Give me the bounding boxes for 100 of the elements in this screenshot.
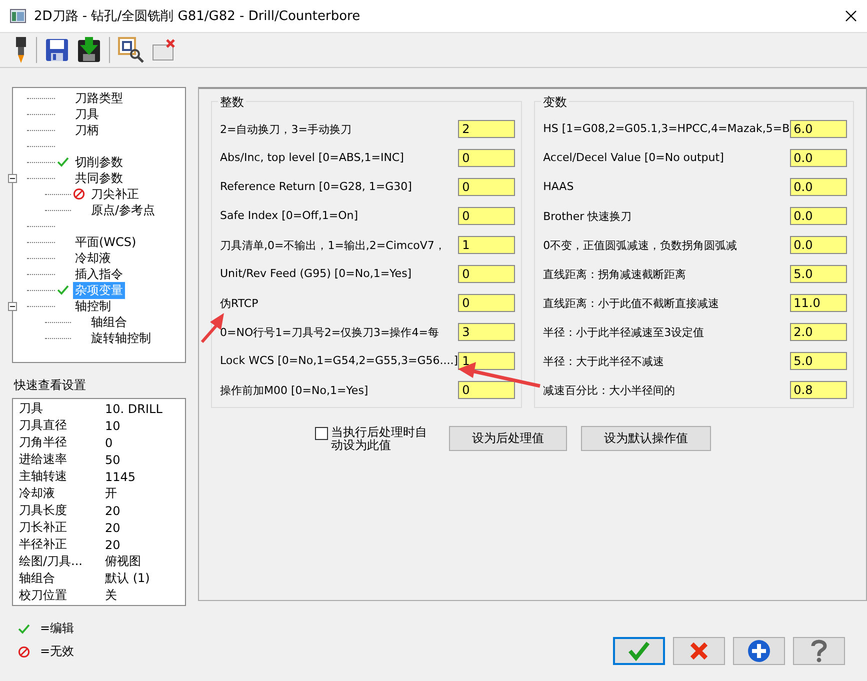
setting-value: 开 (105, 485, 117, 502)
tree-item[interactable]: 轴组合 (89, 314, 129, 330)
checkbox[interactable] (315, 427, 328, 440)
field-label: 直线距离：小于此值不截断直接减速 (543, 296, 720, 311)
setting-value: 默认 (1) (105, 570, 150, 587)
field-label: Lock WCS [0=No,1=G54,2=G55,3=G56....] (220, 353, 458, 367)
collapse-toggle[interactable] (8, 174, 17, 182)
action-button[interactable]: 设为默认操作值 (581, 426, 711, 451)
input-field[interactable]: 0.0 (790, 178, 847, 196)
setting-name: 轴组合 (19, 570, 56, 587)
input-field[interactable]: 0.0 (790, 236, 847, 254)
field-label: 直线距离：拐角减速截断距离 (543, 267, 688, 282)
setting-name: 刀具直径 (19, 417, 68, 434)
setting-value: 50 (105, 452, 120, 466)
app-icon (10, 9, 26, 23)
checkbox-label: 当执行后处理时自动设为此值 (331, 426, 428, 452)
plus-icon (747, 639, 771, 663)
setting-name: 半径补正 (19, 536, 68, 553)
setting-value: 20 (105, 520, 120, 534)
field-label: 半径：大于此半径不减速 (543, 354, 666, 369)
tree-item[interactable]: 插入指令 (73, 266, 125, 282)
action-button[interactable]: 设为后处理值 (449, 426, 567, 451)
input-field[interactable]: 11.0 (790, 294, 847, 312)
input-field[interactable]: 3 (458, 323, 516, 341)
help-icon (810, 639, 828, 663)
cancel-button[interactable] (673, 637, 725, 665)
input-field[interactable]: 0 (458, 294, 516, 312)
input-field[interactable]: 0 (458, 178, 516, 196)
field-label: Brother 快速换刀 (543, 209, 633, 224)
input-field[interactable]: 5.0 (790, 265, 847, 283)
close-icon (689, 641, 709, 661)
field-label: 0不变，正值圆弧减速，负数拐角圆弧减 (543, 238, 738, 253)
field-label: 0=NO行号1=刀具号2=仅换刀3=操作4=每 (220, 325, 440, 340)
field-label: 半径：小于此半径减速至3设定值 (543, 325, 706, 340)
tree-item[interactable]: 刀路类型 (73, 90, 125, 106)
help-button[interactable] (793, 637, 845, 665)
tree-item[interactable]: 刀柄 (73, 122, 101, 138)
setting-value: 俯视图 (105, 553, 141, 570)
setting-value: 20 (105, 538, 120, 552)
setting-name: 刀角半径 (19, 434, 68, 451)
field-label: Abs/Inc, top level [0=ABS,1=INC] (220, 150, 405, 164)
setting-name: 刀长补正 (19, 519, 68, 536)
setting-name: 刀具 (19, 400, 44, 417)
field-label: HAAS (543, 179, 575, 193)
tree-item[interactable]: 冷却液 (73, 250, 113, 266)
tree-item[interactable]: 切削参数 (73, 154, 125, 170)
tree-item[interactable]: 轴控制 (73, 298, 113, 314)
legend-label: =无效 (40, 643, 74, 660)
window-title: 2D刀路 - 钻孔/全圆铣削 G81/G82 - Drill/Counterbore (34, 8, 362, 25)
collapse-toggle[interactable] (8, 302, 17, 310)
setting-name: 进给速率 (19, 451, 68, 468)
input-field[interactable]: 0.0 (790, 207, 847, 225)
input-field[interactable]: 1 (458, 352, 516, 370)
check-icon (628, 641, 650, 661)
tree-item[interactable]: 旋转轴控制 (89, 330, 153, 346)
save-icon[interactable] (45, 38, 69, 62)
setting-name: 校刀位置 (19, 587, 68, 604)
legend-label: =编辑 (40, 620, 74, 637)
setting-value: 20 (105, 504, 120, 518)
prohibited-icon (18, 646, 30, 658)
input-field[interactable]: 1 (458, 236, 516, 254)
group-title: 整数 (218, 94, 246, 111)
input-field[interactable]: 0.8 (790, 381, 847, 399)
tree-item[interactable]: 原点/参考点 (89, 202, 158, 218)
tree-item[interactable]: 刀具 (73, 106, 101, 122)
setting-name: 刀具长度 (19, 502, 68, 519)
setting-name: 冷却液 (19, 485, 56, 502)
input-field[interactable]: 0 (458, 265, 516, 283)
drill-icon[interactable] (14, 37, 28, 63)
input-field[interactable]: 0 (458, 207, 516, 225)
field-label: Safe Index [0=Off,1=On] (220, 208, 360, 222)
input-field[interactable]: 0.0 (790, 149, 847, 167)
field-label: 减速百分比：大小半径间的 (543, 383, 676, 398)
field-label: Accel/Decel Value [0=No output] (543, 150, 725, 164)
add-button[interactable] (733, 637, 785, 665)
field-label: 2=自动换刀，3=手动换刀 (220, 122, 352, 137)
setting-value: 10 (105, 418, 120, 432)
tree-item[interactable]: 平面(WCS) (73, 234, 138, 250)
input-field[interactable]: 2 (458, 120, 516, 138)
field-label: 操作前加M00 [0=No,1=Yes] (220, 383, 370, 398)
section-title: 快速查看设置 (14, 377, 87, 394)
field-label: Unit/Rev Feed (G95) [0=No,1=Yes] (220, 266, 413, 280)
check-icon (18, 622, 30, 634)
close-window-icon[interactable] (152, 39, 176, 61)
setting-name: 绘图/刀具... (19, 553, 84, 570)
close-icon[interactable] (845, 10, 857, 22)
setting-value: 0 (105, 436, 113, 450)
tree-item[interactable]: 共同参数 (73, 170, 125, 186)
setting-name: 主轴转速 (19, 468, 68, 485)
ok-button[interactable] (613, 637, 665, 665)
input-field[interactable]: 0 (458, 381, 516, 399)
setting-value: 关 (105, 587, 117, 604)
input-field[interactable]: 5.0 (790, 352, 847, 370)
setting-value: 10. DRILL (105, 402, 162, 416)
input-field[interactable]: 2.0 (790, 323, 847, 341)
field-label: 刀具清单,0=不输出，1=输出,2=CimcoV7， (220, 238, 446, 253)
zoom-preview-icon[interactable] (118, 37, 144, 63)
setting-value: 1145 (105, 470, 136, 484)
input-field[interactable]: 0 (458, 149, 516, 167)
input-field[interactable]: 6.0 (790, 120, 847, 138)
